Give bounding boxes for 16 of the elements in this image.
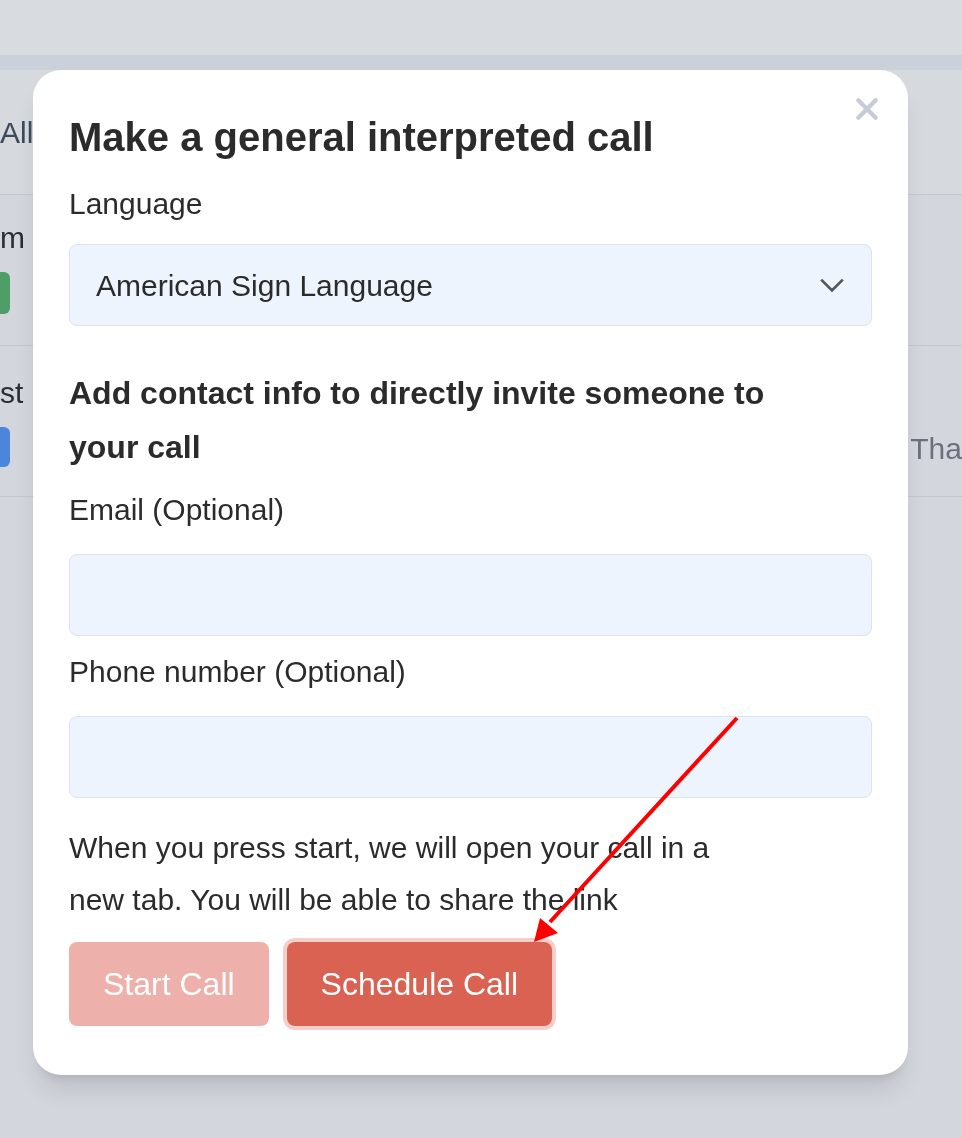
status-badge [0,272,10,314]
row-text: m [0,220,25,256]
field-label: Phone number (Optional) [69,654,407,690]
section-heading: Add contact info to directly invite someone to your call [69,374,766,467]
close-icon[interactable] [854,96,880,122]
checkbox[interactable] [0,427,10,467]
chevron-down-icon [819,277,845,293]
input-field[interactable] [69,716,872,798]
field-label: Email (Optional) [69,492,286,528]
tab-label[interactable]: All [0,109,34,155]
row-text: st [0,375,24,411]
dialog-title: Make a general interpreted call [69,114,655,161]
row-text: Tha [910,431,962,467]
field-label: Language [69,186,204,222]
input-field[interactable] [69,554,872,636]
language-select[interactable]: American Sign Language [69,244,872,326]
